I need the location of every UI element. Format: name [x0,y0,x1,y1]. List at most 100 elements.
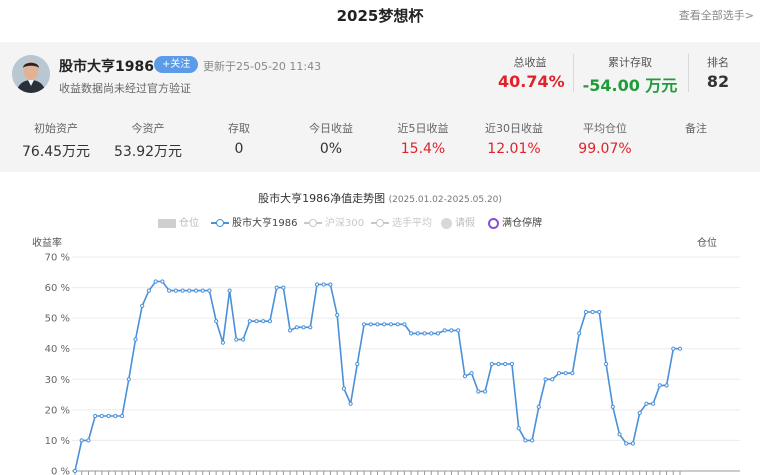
data-point [140,303,145,308]
data-point [288,328,293,333]
data-point [234,337,239,342]
data-point [651,401,656,406]
data-point [530,438,535,443]
data-point [247,319,252,324]
data-point [677,346,683,351]
data-point [86,438,91,443]
data-point [604,361,609,367]
data-point [113,413,118,419]
data-point [294,325,299,330]
data-point [630,441,636,446]
data-point [146,288,151,293]
data-point [321,282,326,287]
data-point [523,438,528,443]
data-point [180,288,185,293]
data-point [281,285,286,290]
data-point [503,361,508,367]
data-point [314,282,320,287]
data-point [241,337,246,342]
data-point [563,371,568,376]
data-point [489,361,494,367]
y-tick-label: 50 % [45,314,70,325]
data-point [657,383,662,388]
data-point [550,377,555,382]
data-point [348,401,353,406]
data-point [193,288,199,293]
y-tick-label: 70 % [45,253,70,264]
data-point [388,322,393,327]
data-point [187,288,192,293]
data-point [516,426,521,431]
data-point [442,328,447,333]
y-tick-label: 20 % [45,405,70,416]
data-point [375,322,380,327]
data-point [120,413,125,419]
data-point [395,322,400,327]
data-point [577,331,582,336]
data-point [409,331,414,336]
data-point [99,413,105,419]
y-tick-label: 40 % [45,344,70,355]
data-point [483,389,488,394]
data-point [173,288,178,293]
data-point [261,319,266,324]
data-point [301,325,306,330]
data-point [220,340,225,345]
data-point [308,325,313,330]
data-point [72,468,78,474]
y-tick-label: 60 % [45,283,70,294]
data-point [664,383,669,388]
data-point [597,309,602,315]
data-point [617,432,622,437]
data-point [476,389,481,394]
data-point [435,331,441,336]
data-point [93,413,98,419]
y-tick-label: 30 % [45,375,70,386]
data-point [328,282,333,287]
data-point [335,313,340,318]
data-point [610,404,615,409]
data-point [671,346,676,351]
data-point [126,377,131,382]
data-point [536,404,541,409]
data-point [362,322,367,327]
y-tick-label: 10 % [45,436,70,447]
data-point [429,331,434,336]
data-point [133,337,138,342]
data-point [160,279,165,284]
data-point [254,319,259,324]
data-point [200,288,205,293]
data-point [79,438,84,443]
data-point [382,322,387,327]
y-tick-label: 0 % [51,467,70,475]
data-point [449,328,454,333]
data-point [496,361,501,367]
data-point [227,288,232,293]
data-point [207,288,212,293]
data-point [469,371,474,376]
data-point [368,322,373,327]
data-point [637,410,642,415]
data-point [341,386,346,391]
net-value-chart: 0 % 10 % 20 % 30 % 40 % 50 % 60 % 70 % [45,253,740,475]
data-point [556,371,562,376]
data-point [624,441,629,446]
data-point [106,413,111,419]
data-point [274,285,279,290]
data-point [456,328,461,333]
data-point [462,374,467,379]
data-point [509,361,514,367]
data-point [570,371,575,376]
data-point [644,401,649,406]
data-point [415,331,420,336]
series-line [74,280,680,472]
data-point [153,279,158,284]
data-point [543,377,548,382]
data-point [590,309,595,315]
data-point [214,319,219,324]
data-point [583,309,589,315]
data-point [402,322,407,327]
data-point [422,331,427,336]
data-point [167,288,172,293]
data-point [355,361,360,367]
